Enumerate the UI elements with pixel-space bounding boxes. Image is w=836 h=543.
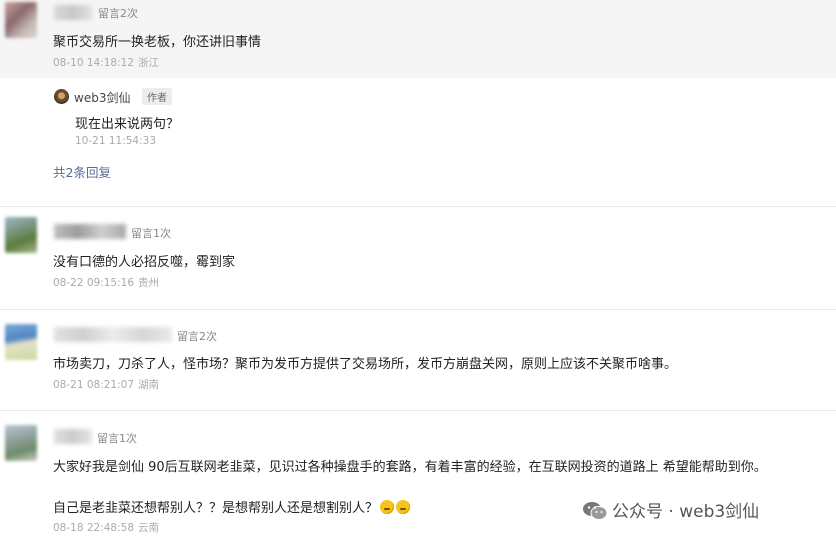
avatar[interactable] (5, 324, 37, 360)
comment-item: 留言1次 大家好我是剑仙 90后互联网老韭菜，见识过各种操盘手的套路，有着丰富的… (0, 411, 836, 543)
comment-meta: 08-21 08:21:07 湖南 (53, 377, 159, 392)
comment-time: 08-10 14:18:12 (53, 57, 135, 69)
comment-meta: 08-22 09:15:16 贵州 (53, 275, 159, 290)
message-count: 留言2次 (177, 330, 217, 343)
user-name-blurred[interactable] (54, 224, 126, 239)
comment-item: 留言2次 聚币交易所一换老板，你还讲旧事情 08-10 14:18:12 浙江 w… (0, 0, 836, 206)
comment-meta: 08-10 14:18:12 浙江 (53, 55, 159, 70)
comment-text: 聚币交易所一换老板，你还讲旧事情 (53, 35, 262, 50)
reply-time: 10-21 11:54:33 (75, 135, 157, 147)
smirk-emoji-icon (396, 500, 411, 514)
message-count: 留言1次 (131, 227, 171, 240)
comment-location: 浙江 (138, 57, 160, 69)
comment-location: 云南 (138, 522, 160, 534)
comment-time: 08-18 22:48:58 (53, 522, 135, 534)
user-name-blurred[interactable] (54, 5, 92, 20)
comment-item: 留言1次 没有口德的人必招反噬，霉到家 08-22 09:15:16 贵州 (0, 207, 836, 309)
comment-meta: 08-18 22:48:58 云南 (53, 520, 159, 535)
user-name-blurred[interactable] (54, 327, 172, 342)
comment-location: 湖南 (138, 379, 160, 391)
reply-author-name[interactable]: web3剑仙 (74, 89, 130, 106)
comment-text: 大家好我是剑仙 90后互联网老韭菜，见识过各种操盘手的套路，有着丰富的经验，在互… (53, 460, 767, 475)
reply-text: 现在出来说两句？ (75, 117, 180, 132)
avatar[interactable] (5, 2, 37, 38)
comment-location: 贵州 (138, 277, 160, 289)
user-name-blurred[interactable] (54, 429, 92, 444)
message-count: 留言1次 (97, 432, 137, 445)
watermark-text: 公众号 · web3剑仙 (612, 502, 760, 522)
comment-text-line2: 自己是老韭菜还想帮别人？？是想帮别人还是想割别人？ (53, 497, 411, 516)
comment-text: 没有口德的人必招反噬，霉到家 (53, 255, 236, 270)
watermark: 公众号 · web3剑仙 (582, 497, 759, 522)
wechat-icon (583, 502, 608, 520)
comment-text-2: 自己是老韭菜还想帮别人？？是想帮别人还是想割别人？ (53, 501, 379, 516)
avatar[interactable] (5, 217, 37, 253)
comment-time: 08-22 09:15:16 (53, 277, 135, 289)
author-badge: 作者 (142, 88, 172, 105)
smirk-emoji-icon (380, 500, 395, 514)
author-avatar[interactable] (54, 89, 69, 104)
avatar[interactable] (5, 425, 37, 461)
comment-text: 市场卖刀，刀杀了人，怪市场？聚币为发币方提供了交易场所，发币方崩盘关网，原则上应… (53, 357, 678, 372)
message-count: 留言2次 (98, 7, 138, 20)
comment-item: 留言2次 市场卖刀，刀杀了人，怪市场？聚币为发币方提供了交易场所，发币方崩盘关网… (0, 310, 836, 410)
more-replies-link[interactable]: 共2条回复 (53, 162, 111, 181)
comment-time: 08-21 08:21:07 (53, 379, 135, 391)
